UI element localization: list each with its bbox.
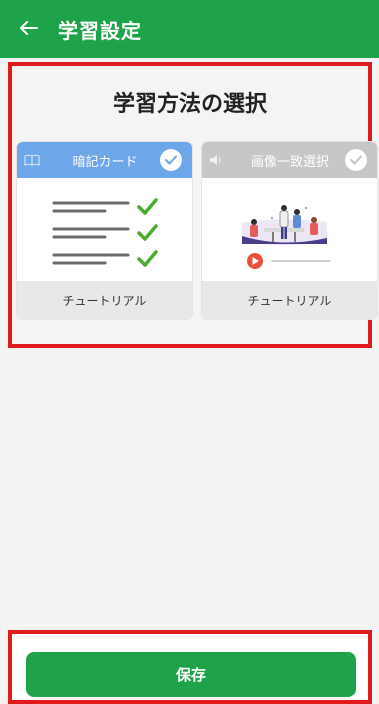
top-app-bar: 学習設定 <box>0 0 379 58</box>
save-section: 保存 <box>8 630 372 704</box>
section-title: 学習方法の選択 <box>112 92 267 117</box>
method-card-flashcards[interactable]: 暗記カード チュートリアル <box>17 142 192 319</box>
card-label: 暗記カード <box>72 154 138 170</box>
tutorial-link[interactable]: チュートリアル <box>202 281 377 319</box>
method-card-image-match[interactable]: 画像一致選択 チュートリアル <box>202 142 377 319</box>
card-header: 暗記カード <box>17 142 192 178</box>
page-title: 学習設定 <box>58 18 142 43</box>
book-icon <box>24 154 48 166</box>
card-header: 画像一致選択 <box>202 142 377 178</box>
tutorial-link[interactable]: チュートリアル <box>17 281 192 319</box>
card-label: 画像一致選択 <box>250 154 329 170</box>
flashcard-illustration <box>17 178 192 281</box>
back-button[interactable] <box>0 0 58 58</box>
save-button[interactable]: 保存 <box>26 652 356 697</box>
speaker-icon <box>209 154 233 166</box>
unselected-check-icon <box>345 149 367 171</box>
selected-check-icon <box>160 149 182 171</box>
learning-method-section: 学習方法の選択 暗記カード チュートリアル 画像一致選択 チュートリアル <box>8 62 377 348</box>
arrow-left-icon <box>20 18 38 40</box>
image-match-illustration <box>202 178 377 281</box>
